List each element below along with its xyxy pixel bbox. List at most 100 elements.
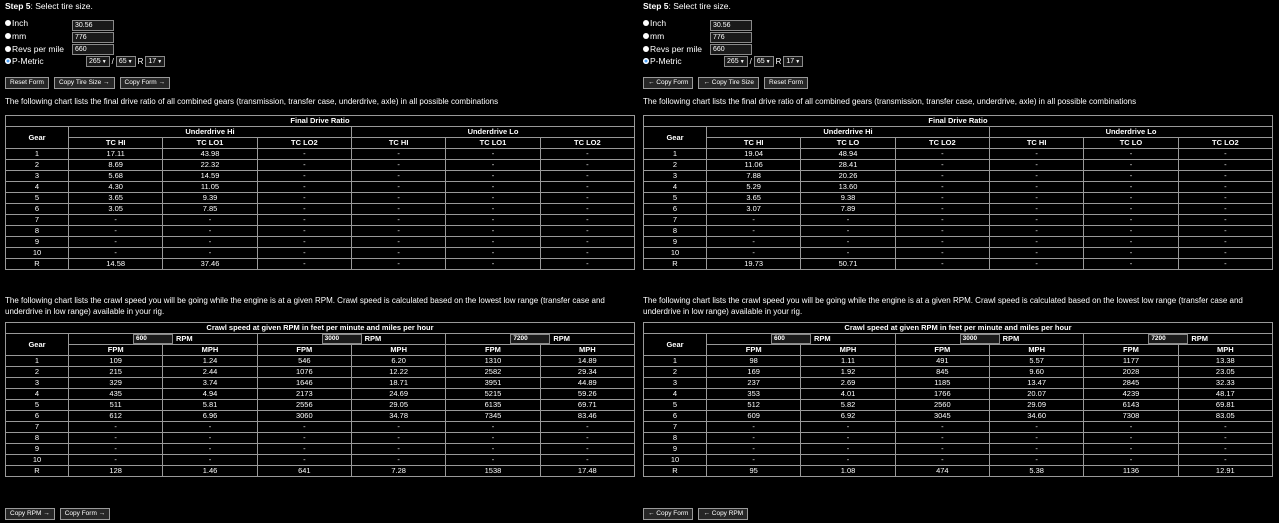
gear-cell: 3 (643, 170, 707, 182)
tire-width-select-value: 265 (727, 58, 739, 65)
speed-cell: 13.38 (1177, 355, 1274, 368)
speed-cell: - (162, 421, 258, 434)
rpm-input[interactable]: 3000 (959, 334, 1000, 344)
option-mm[interactable]: mm (643, 30, 664, 42)
rpm-input[interactable]: 7200 (1148, 334, 1189, 344)
rpm-group-header: 600 RPM (68, 332, 258, 346)
ratio-cell: - (350, 225, 447, 237)
table-row: 2 215 2.44 1076 12.22 2582 29.34 (5, 366, 636, 379)
option-inch[interactable]: Inch (643, 17, 666, 29)
tire-width-select[interactable]: 265▼ (86, 56, 110, 67)
speed-cell: 7308 (1083, 410, 1179, 423)
ratio-intro-text: The following chart lists the final driv… (643, 97, 1137, 106)
column-header: TC HI (705, 137, 802, 149)
speed-cell: 29.05 (350, 399, 447, 412)
copy-rpm-button[interactable]: Copy RPM → (5, 508, 55, 520)
separator: / (749, 57, 752, 66)
speed-cell: 34.78 (350, 410, 447, 423)
option-p-metric[interactable]: P-Metric (643, 55, 682, 67)
final-drive-ratio-table: Final Drive Ratio Gear Underdrive Hi Underd… (643, 115, 1274, 270)
revs-per-mile-input[interactable]: 660 (710, 44, 752, 55)
copy-form-button[interactable]: Copy Form → (119, 77, 170, 89)
speed-cell: 1.46 (162, 465, 258, 478)
copy-form-button[interactable]: Copy Form → (59, 508, 111, 520)
rpm-input[interactable]: 7200 (510, 334, 551, 344)
copy-form-button[interactable]: ← Copy Form (643, 77, 694, 89)
copy-tire-size-button[interactable]: Copy Tire Size → (53, 77, 115, 89)
speed-cell: 609 (705, 410, 802, 423)
speed-cell: 59.26 (539, 388, 636, 401)
speed-cell: - (256, 454, 352, 467)
speed-cell: - (445, 454, 541, 467)
ratio-cell: 48.94 (800, 148, 896, 160)
option-mm[interactable]: mm (5, 30, 26, 42)
table-title: Final Drive Ratio (643, 115, 1273, 127)
form-buttons: Reset Form Copy Tire Size → Copy Form → (5, 77, 170, 89)
inch-input[interactable]: 30.56 (710, 20, 752, 31)
revs-per-mile-input[interactable]: 660 (72, 44, 114, 55)
ratio-cell: - (67, 214, 164, 226)
radio-p-metric[interactable] (5, 57, 11, 64)
aspect-ratio-select[interactable]: 65▼ (115, 56, 136, 67)
option-revs-per-mile[interactable]: Revs per mile (643, 43, 702, 55)
reset-form-button[interactable]: Reset Form (764, 77, 808, 89)
copy-form-button[interactable]: ← Copy Form (643, 508, 694, 520)
radio-p-metric[interactable] (643, 57, 649, 64)
radio-mm[interactable] (5, 32, 11, 39)
gear-cell: R (643, 465, 707, 478)
mm-input[interactable]: 776 (710, 32, 752, 43)
speed-cell: 20.07 (988, 388, 1085, 401)
ratio-cell: - (350, 181, 447, 193)
option-revs-per-mile[interactable]: Revs per mile (5, 43, 64, 55)
ratio-cell: - (988, 247, 1085, 259)
form-buttons: ← Copy Form ← Copy Tire Size Reset Form (643, 77, 808, 89)
ratio-cell: 7.85 (162, 203, 258, 215)
speed-cell: - (1083, 443, 1179, 456)
option-inch[interactable]: Inch (5, 17, 28, 29)
copy-tire-size-button[interactable]: ← Copy Tire Size (698, 77, 760, 89)
rpm-input[interactable]: 3000 (321, 334, 362, 344)
radio-revs-per-mile[interactable] (5, 45, 11, 52)
speed-cell: - (350, 454, 447, 467)
ratio-cell: - (445, 258, 541, 270)
rpm-group-header: 600 RPM (706, 332, 896, 346)
table-row: R 19.73 50.71- - - - (643, 258, 1274, 270)
tire-width-select[interactable]: 265▼ (724, 56, 748, 67)
speed-cell: - (539, 432, 636, 445)
column-header: TC LO1 (445, 137, 541, 149)
inch-input[interactable]: 30.56 (72, 20, 114, 31)
final-drive-ratio-table: Final Drive Ratio Gear Underdrive Hi Underd… (5, 115, 636, 270)
rpm-input[interactable]: 600 (770, 334, 811, 344)
table-row: 1 19.04 48.94- - - - (643, 148, 1274, 160)
ratio-cell: - (988, 170, 1085, 182)
option-label: Revs per mile (650, 44, 702, 54)
speed-cell: 4.01 (800, 388, 896, 401)
ratio-cell: - (1083, 181, 1179, 193)
rim-diameter-select[interactable]: 17▼ (783, 56, 804, 67)
ratio-cell: - (256, 247, 352, 259)
option-p-metric[interactable]: P-Metric (5, 55, 44, 67)
copy-rpm-button[interactable]: ← Copy RPM (698, 508, 749, 520)
step-number: Step 5 (643, 1, 669, 11)
table-row: 10- - - - - - (643, 454, 1274, 467)
table-row: R 14.58 37.46- - - - (5, 258, 636, 270)
mm-input[interactable]: 776 (72, 32, 114, 43)
reset-form-button[interactable]: Reset Form (5, 77, 49, 89)
aspect-ratio-select[interactable]: 65▼ (753, 56, 774, 67)
radio-revs-per-mile[interactable] (643, 45, 649, 52)
ratio-cell: - (445, 247, 541, 259)
speed-cell: 641 (256, 465, 352, 478)
ratio-cell: - (256, 148, 352, 160)
radio-mm[interactable] (643, 32, 649, 39)
ratio-cell: - (350, 148, 447, 160)
speed-cell: - (1177, 443, 1274, 456)
chevron-down-icon: ▼ (127, 59, 133, 65)
ratio-cell: - (705, 247, 802, 259)
speed-cell: 98 (705, 355, 802, 368)
rim-diameter-select[interactable]: 17▼ (145, 56, 166, 67)
radio-inch[interactable] (5, 19, 11, 26)
rpm-label: RPM (1002, 334, 1020, 343)
table-row: 8------ (643, 432, 1274, 445)
rpm-input[interactable]: 600 (132, 334, 173, 344)
radio-inch[interactable] (643, 19, 649, 26)
